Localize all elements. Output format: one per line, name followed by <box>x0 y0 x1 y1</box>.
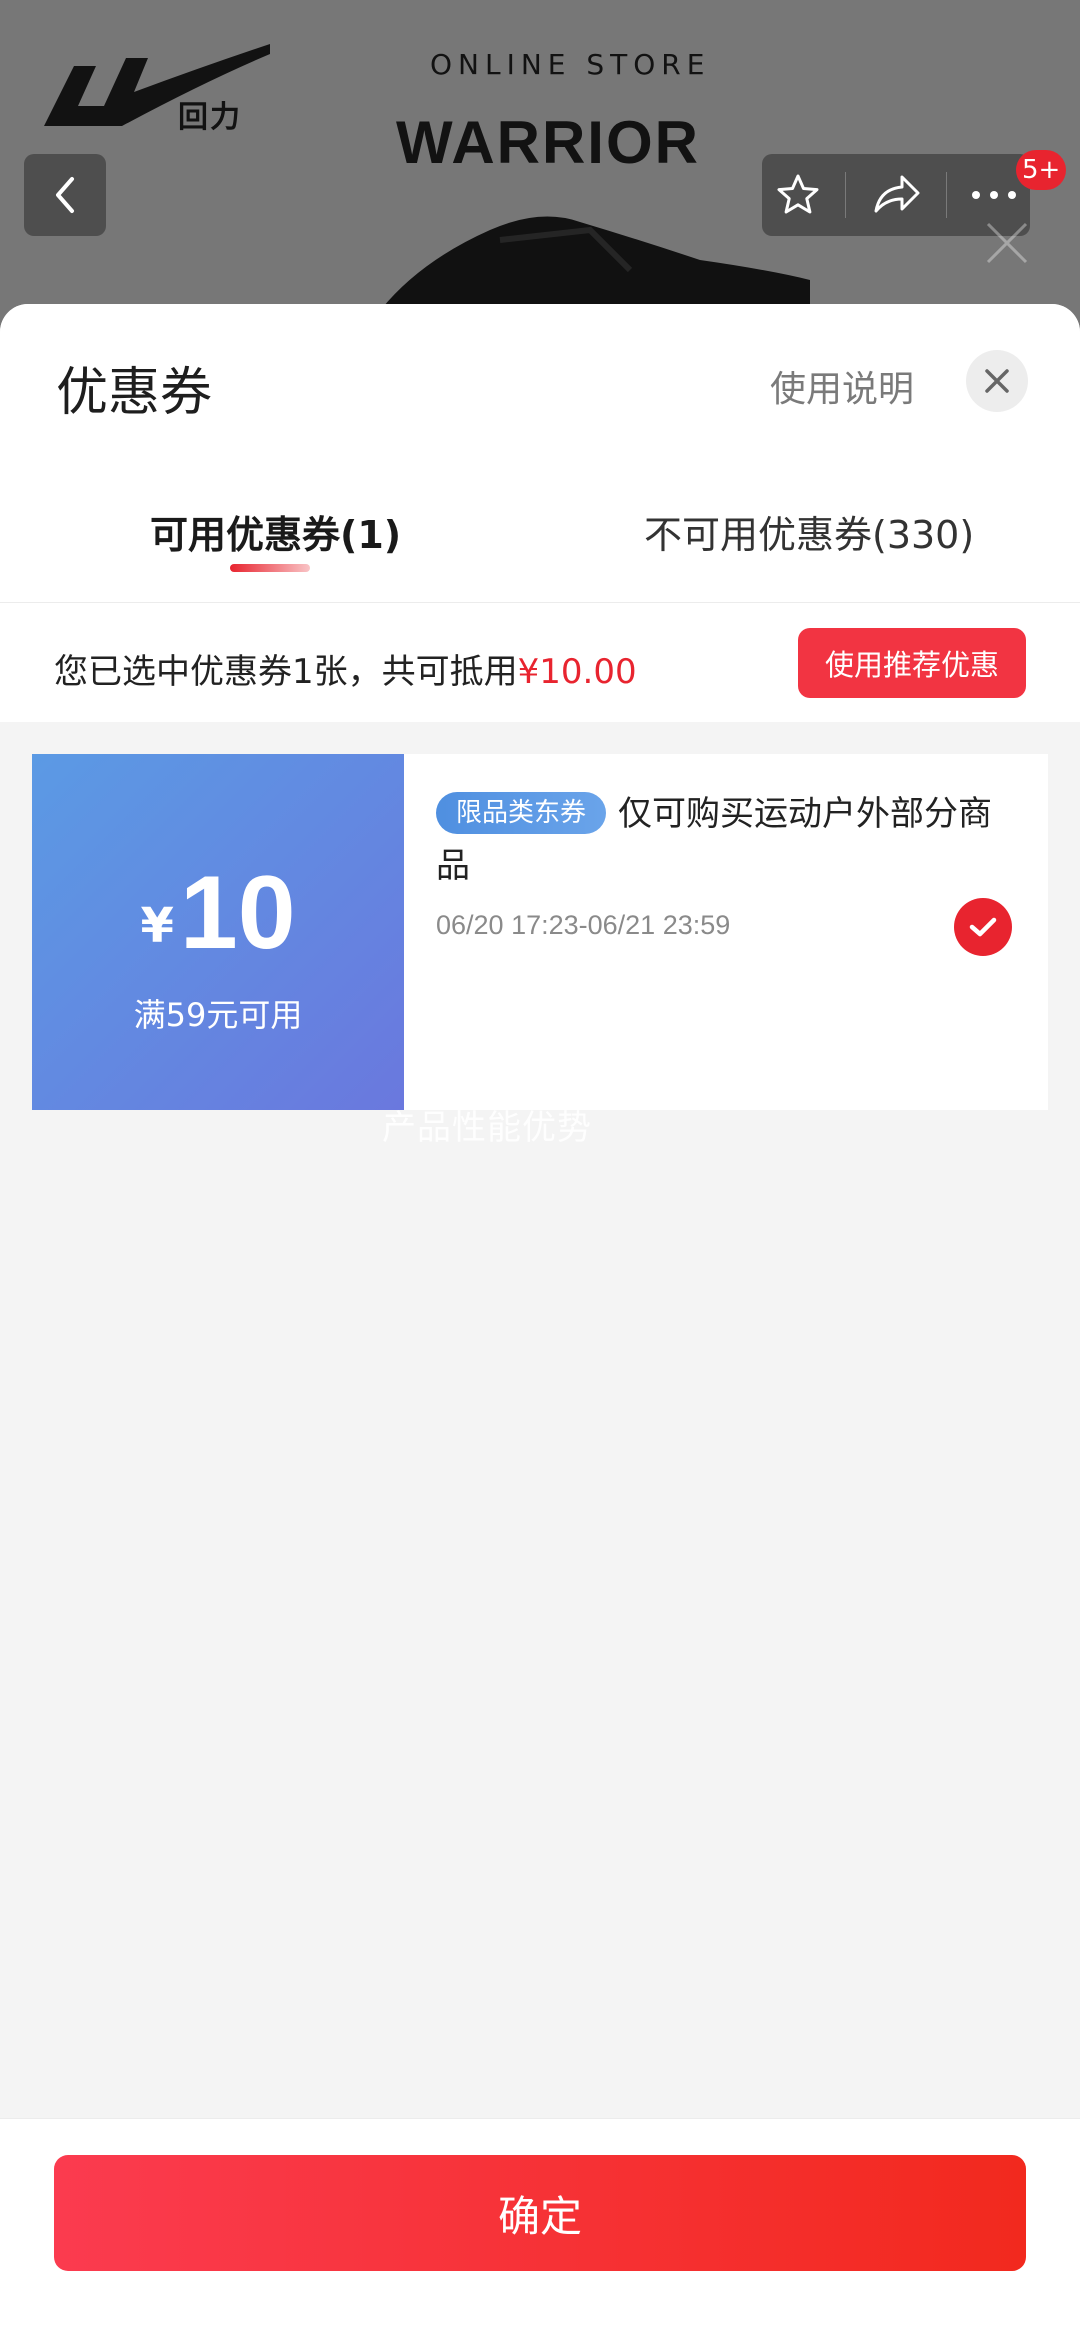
discount-amount: ¥10.00 <box>517 652 637 692</box>
use-recommended-button[interactable]: 使用推荐优惠 <box>798 628 1026 698</box>
coupon-validity: 06/20 17:23-06/21 23:59 <box>436 910 731 940</box>
tab-unavailable-coupons[interactable]: 不可用优惠券(330) <box>644 504 974 559</box>
coupon-sheet: 优惠券 使用说明 可用优惠券(1) 不可用优惠券(330) 您已选中优惠券1张，… <box>0 304 1080 2344</box>
currency-symbol: ¥ <box>140 898 174 954</box>
sheet-title: 优惠券 <box>56 363 213 423</box>
coupon-value-panel: ¥10 满59元可用 <box>26 754 404 1110</box>
back-button[interactable] <box>24 154 106 236</box>
coupon-value: ¥10 <box>32 854 404 973</box>
close-button[interactable] <box>966 350 1028 412</box>
back-icon <box>56 177 74 213</box>
share-icon[interactable] <box>870 171 922 219</box>
usage-instructions-link[interactable]: 使用说明 <box>770 360 914 412</box>
more-icon[interactable] <box>970 189 1018 201</box>
selection-summary: 您已选中优惠券1张，共可抵用¥10.00 <box>54 644 637 693</box>
coupon-amount: 10 <box>179 855 296 971</box>
divider <box>845 172 847 218</box>
close-icon <box>985 369 1009 393</box>
close-icon <box>986 222 1028 264</box>
coupon-category-tag: 限品类东券 <box>436 792 607 834</box>
coupon-condition: 满59元可用 <box>133 996 303 1034</box>
selection-summary-text: 您已选中优惠券1张，共可抵用 <box>54 652 518 692</box>
star-icon[interactable] <box>774 171 822 219</box>
watermark-text: 产品性能优势 <box>382 1108 592 1148</box>
active-tab-indicator <box>230 564 310 572</box>
coupon-card[interactable]: ¥10 满59元可用 限品类东券 仅可购买运动户外部分商品 06/20 17:23… <box>26 754 1048 1110</box>
tab-available-coupons[interactable]: 可用优惠券(1) <box>150 504 401 559</box>
divider <box>945 172 947 218</box>
divider <box>0 602 1080 603</box>
coupon-description: 限品类东券 仅可购买运动户外部分商品 <box>436 788 1016 892</box>
check-icon <box>969 917 997 937</box>
sheet-header: 优惠券 使用说明 可用优惠券(1) 不可用优惠券(330) 您已选中优惠券1张，… <box>0 304 1080 722</box>
notification-badge: 5+ <box>1016 150 1067 190</box>
confirm-button[interactable]: 确定 <box>54 2155 1026 2271</box>
sheet-footer: 确定 <box>0 2118 1080 2344</box>
coupon-selected-checkbox[interactable] <box>954 898 1012 956</box>
